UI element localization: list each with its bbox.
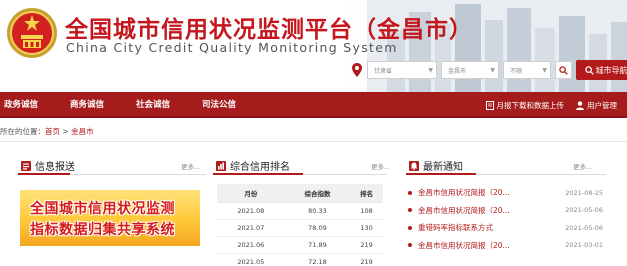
download-icon bbox=[485, 100, 494, 110]
list-item[interactable]: 金昌市信用状况简报（20... 2021-08-25 bbox=[408, 184, 603, 202]
cell-month: 2021.08 bbox=[217, 202, 285, 220]
chevron-down-icon: ▼ bbox=[490, 66, 495, 74]
notice-title[interactable]: 金昌市信用状况简报（20... bbox=[418, 240, 510, 251]
province-select[interactable]: 甘肃省 ▼ bbox=[367, 61, 437, 79]
site-title: 全国城市信用状况监测平台（金昌市） bbox=[65, 17, 473, 43]
notice-title[interactable]: 金昌市信用状况简报（20... bbox=[418, 205, 510, 216]
city-select-value: 金昌市 bbox=[448, 67, 467, 75]
column-header-month: 月份 bbox=[217, 184, 285, 203]
table-row: 2021.05 72.18 219 bbox=[217, 253, 383, 266]
notice-date: 2021-05-06 bbox=[565, 223, 603, 232]
cell-rank: 219 bbox=[350, 236, 383, 254]
ranking-chart-icon bbox=[216, 160, 226, 171]
ranking-panel-accent bbox=[213, 173, 303, 175]
cell-index: 71.89 bbox=[284, 236, 351, 254]
user-management-label: 用户管理 bbox=[587, 100, 617, 110]
region-search-bar: 甘肃省 ▼ 金昌市 ▼ 不限 ▼ 城市导航 bbox=[352, 60, 627, 80]
breadcrumb: 所在的位置：首页 > 金昌市 bbox=[0, 126, 94, 137]
nav-item-government-integrity[interactable]: 政务诚信 bbox=[4, 98, 38, 110]
banner-line-2: 指标数据归集共享系统 bbox=[30, 222, 175, 238]
notice-list: 金昌市信用状况简报（20... 2021-08-25 金昌市信用状况简报（20.… bbox=[408, 184, 603, 254]
bullet-icon bbox=[408, 243, 412, 248]
search-icon bbox=[559, 65, 568, 75]
cell-rank: 130 bbox=[350, 219, 383, 237]
breadcrumb-current[interactable]: 金昌市 bbox=[71, 127, 94, 136]
ranking-more-link[interactable]: 更多... bbox=[371, 161, 390, 171]
notices-panel-accent bbox=[406, 173, 476, 175]
ranking-panel-title-text: 综合信用排名 bbox=[230, 162, 290, 173]
cell-rank: 108 bbox=[350, 202, 383, 220]
breadcrumb-separator: > bbox=[62, 127, 69, 136]
cell-month: 2021.06 bbox=[217, 236, 285, 254]
info-panel-accent bbox=[18, 173, 70, 175]
credit-ranking-table: 月份 综合指数 排名 2021.08 80.33 108 2021.07 78.… bbox=[217, 184, 383, 266]
bullet-icon bbox=[408, 225, 412, 230]
notice-title[interactable]: 金昌市信用状况简报（20... bbox=[418, 187, 510, 198]
list-item[interactable]: 重错码率指标联系方式 2021-05-06 bbox=[408, 219, 603, 237]
ranking-panel-title: 综合信用排名 bbox=[215, 158, 290, 173]
table-header-row: 月份 综合指数 排名 bbox=[217, 184, 383, 203]
user-icon bbox=[576, 100, 584, 110]
table-row: 2021.06 71.89 219 bbox=[217, 236, 383, 254]
info-panel-title: 信息报送 bbox=[20, 158, 75, 173]
province-select-value: 甘肃省 bbox=[374, 67, 393, 75]
list-item[interactable]: 金昌市信用状况简报（20... 2021-03-01 bbox=[408, 237, 603, 255]
chevron-down-icon: ▼ bbox=[542, 66, 547, 74]
national-emblem-icon bbox=[7, 8, 57, 58]
search-button[interactable] bbox=[555, 61, 572, 79]
cell-index: 78.09 bbox=[284, 219, 351, 237]
location-pin-icon bbox=[352, 63, 362, 77]
column-header-rank: 排名 bbox=[350, 184, 383, 203]
chevron-down-icon: ▼ bbox=[428, 66, 433, 74]
user-management-link[interactable]: 用户管理 bbox=[576, 100, 617, 111]
nav-item-judicial-credibility[interactable]: 司法公信 bbox=[202, 98, 236, 110]
table-row: 2021.07 78.09 130 bbox=[217, 219, 383, 237]
city-navigation-button[interactable]: 城市导航 bbox=[576, 60, 627, 80]
cell-index: 80.33 bbox=[284, 202, 351, 220]
data-sharing-system-banner[interactable]: 全国城市信用状况监测 指标数据归集共享系统 bbox=[20, 190, 200, 246]
notice-bell-icon bbox=[409, 160, 419, 171]
breadcrumb-prefix: 所在的位置： bbox=[0, 127, 45, 136]
district-select[interactable]: 不限 ▼ bbox=[503, 61, 551, 79]
site-subtitle-english: China City Credit Quality Monitoring Sys… bbox=[66, 40, 398, 55]
info-panel-title-text: 信息报送 bbox=[35, 162, 75, 173]
city-navigation-label: 城市导航 bbox=[595, 65, 627, 75]
table-row: 2021.08 80.33 108 bbox=[217, 202, 383, 220]
site-header: 全国城市信用状况监测平台（金昌市） China City Credit Qual… bbox=[0, 0, 627, 92]
banner-line-1: 全国城市信用状况监测 bbox=[30, 201, 175, 217]
notices-panel-title-text: 最新通知 bbox=[423, 162, 463, 173]
city-select[interactable]: 金昌市 ▼ bbox=[441, 61, 499, 79]
info-report-icon bbox=[21, 160, 31, 171]
breadcrumb-divider bbox=[0, 141, 627, 142]
nav-item-business-integrity[interactable]: 商务诚信 bbox=[70, 98, 104, 110]
district-select-value: 不限 bbox=[510, 67, 523, 75]
breadcrumb-home-link[interactable]: 首页 bbox=[45, 127, 60, 136]
report-download-link[interactable]: 月报下载和数据上传 bbox=[485, 100, 565, 111]
notice-date: 2021-03-01 bbox=[565, 241, 603, 250]
notice-date: 2021-08-25 bbox=[565, 188, 603, 197]
bullet-icon bbox=[408, 190, 412, 195]
notices-more-link[interactable]: 更多... bbox=[573, 161, 592, 171]
notice-title[interactable]: 重错码率指标联系方式 bbox=[418, 222, 493, 233]
column-header-index: 综合指数 bbox=[284, 184, 351, 203]
notices-panel-title: 最新通知 bbox=[408, 158, 463, 173]
cell-month: 2021.07 bbox=[217, 219, 285, 237]
search-icon bbox=[584, 65, 594, 75]
list-item[interactable]: 金昌市信用状况简报（20... 2021-05-06 bbox=[408, 202, 603, 220]
nav-item-social-integrity[interactable]: 社会诚信 bbox=[136, 98, 170, 110]
cell-month: 2021.05 bbox=[217, 253, 285, 266]
cell-rank: 219 bbox=[350, 253, 383, 266]
info-more-link[interactable]: 更多... bbox=[181, 161, 200, 171]
report-download-label: 月报下载和数据上传 bbox=[496, 100, 565, 110]
bullet-icon bbox=[408, 208, 412, 213]
cell-index: 72.18 bbox=[284, 253, 351, 266]
notice-date: 2021-05-06 bbox=[565, 206, 603, 215]
nav-utility-links: 月报下载和数据上传 用户管理 bbox=[485, 92, 617, 118]
main-navigation: 政务诚信 商务诚信 社会诚信 司法公信 月报下载和数据上传 用户管理 bbox=[0, 92, 627, 118]
